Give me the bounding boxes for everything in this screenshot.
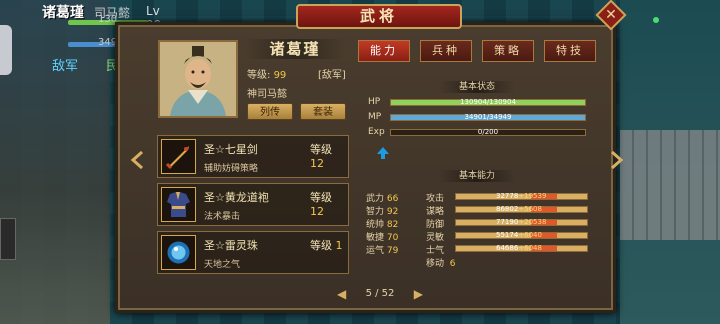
stat-label-4: 士气 <box>426 246 445 256</box>
general-camp: [敌军] <box>318 70 346 81</box>
general-portrait <box>158 40 238 118</box>
tab-troop-type[interactable]: 兵种 <box>420 40 472 62</box>
equipment-level: 等级 1 <box>310 239 343 252</box>
equipment-name: 圣☆黄龙道袍 <box>204 191 269 204</box>
stat-label-0: 攻击 <box>426 194 445 204</box>
equipment-name: 圣☆七星剑 <box>204 143 258 156</box>
hp-label: HP <box>368 97 381 107</box>
equipment-desc: 天地之气 <box>204 260 241 270</box>
stat-label-1: 谋略 <box>426 207 445 217</box>
stat-bar-3: 55174+6040 <box>455 231 588 239</box>
status-indicator <box>653 17 659 23</box>
hp-text: 130904/130904 <box>460 98 516 106</box>
mp-label: MP <box>368 112 382 122</box>
attribute-3: 敏捷 70 <box>366 233 399 243</box>
robe-icon <box>161 187 196 222</box>
prev-general-arrow[interactable] <box>130 150 144 174</box>
equipment-level: 等级 12 <box>310 191 332 218</box>
equipment-desc: 辅助妨碍策略 <box>204 164 259 174</box>
equipment-name: 圣☆雷灵珠 <box>204 239 258 252</box>
window-title: 武将 <box>296 4 462 29</box>
stat-bar-1: 86802+5608 <box>455 205 588 213</box>
hp-bar: 130904/130904 <box>390 98 586 106</box>
stat-bar-4: 64686+6048 <box>455 244 588 252</box>
city-wall <box>620 130 720 240</box>
basic-ability-header: 基本能力 <box>358 168 596 182</box>
biography-button[interactable]: 列传 <box>247 103 293 120</box>
bg-camp-enemy: 敌军 <box>52 59 79 74</box>
exp-bar: 0/200 <box>390 128 586 136</box>
tab-strategy[interactable]: 策略 <box>482 40 534 62</box>
attribute-1: 智力 92 <box>366 207 399 217</box>
tab-ability[interactable]: 能力 <box>358 40 410 62</box>
general-level-line: 等级: 99 <box>247 66 286 81</box>
close-icon: ✕ <box>605 6 617 23</box>
attribute-2: 统帅 82 <box>366 220 399 230</box>
stat-value-text: 32778+19539 <box>496 192 547 200</box>
page-next-button[interactable]: ▶ <box>414 284 423 304</box>
stat-bar-0: 32778+19539 <box>455 192 588 200</box>
side-menu-button[interactable] <box>0 218 16 260</box>
level-up-arrow-icon[interactable] <box>376 146 390 164</box>
page-indicator: 5 / 52 <box>365 288 395 299</box>
sword-icon <box>161 139 196 174</box>
portrait-image <box>160 42 236 116</box>
next-general-arrow[interactable] <box>610 150 624 174</box>
tab-skill[interactable]: 特技 <box>544 40 596 62</box>
stat-value-text: 86802+5608 <box>496 205 542 213</box>
exp-text: 0/200 <box>477 128 499 136</box>
side-drawer-handle[interactable] <box>0 25 12 75</box>
stat-bar-2: 77190+20538 <box>455 218 588 226</box>
pagination: ◀ 5 / 52 ▶ <box>335 284 425 304</box>
level-value: 99 <box>273 70 287 81</box>
page-prev-button[interactable]: ◀ <box>337 284 346 304</box>
bg-general-name: 诸葛瑾 <box>42 5 84 21</box>
stat-value-text: 64686+6048 <box>496 244 542 252</box>
equipment-slot-accessory[interactable]: 圣☆雷灵珠 等级 1 天地之气 <box>157 231 349 274</box>
general-name: 诸葛瑾 <box>245 39 345 59</box>
stat-value-text: 77190+20538 <box>496 218 547 226</box>
move-stat: 移动 6 <box>426 259 456 269</box>
exp-label: Exp <box>368 127 385 137</box>
orb-icon <box>161 235 196 270</box>
mp-bar: 34901/34949 <box>390 113 586 121</box>
equipment-slot-armor[interactable]: 圣☆黄龙道袍 等级 12 法术暴击 <box>157 183 349 226</box>
equipment-desc: 法术暴击 <box>204 212 241 222</box>
level-label: 等级: <box>247 70 271 81</box>
stat-label-2: 防御 <box>426 220 445 230</box>
equipment-slot-weapon[interactable]: 圣☆七星剑 等级 12 辅助妨碍策略 <box>157 135 349 178</box>
outfit-button[interactable]: 套装 <box>300 103 346 120</box>
equipment-level: 等级 12 <box>310 143 332 170</box>
stat-label-3: 灵敏 <box>426 233 445 243</box>
mp-text: 34901/34949 <box>464 113 512 121</box>
attribute-4: 运气 79 <box>366 246 399 256</box>
basic-status-header: 基本状态 <box>358 79 596 93</box>
stat-value-text: 55174+6040 <box>496 231 542 239</box>
attribute-0: 武力 66 <box>366 194 399 204</box>
general-lord: 神司马懿 <box>247 89 287 100</box>
